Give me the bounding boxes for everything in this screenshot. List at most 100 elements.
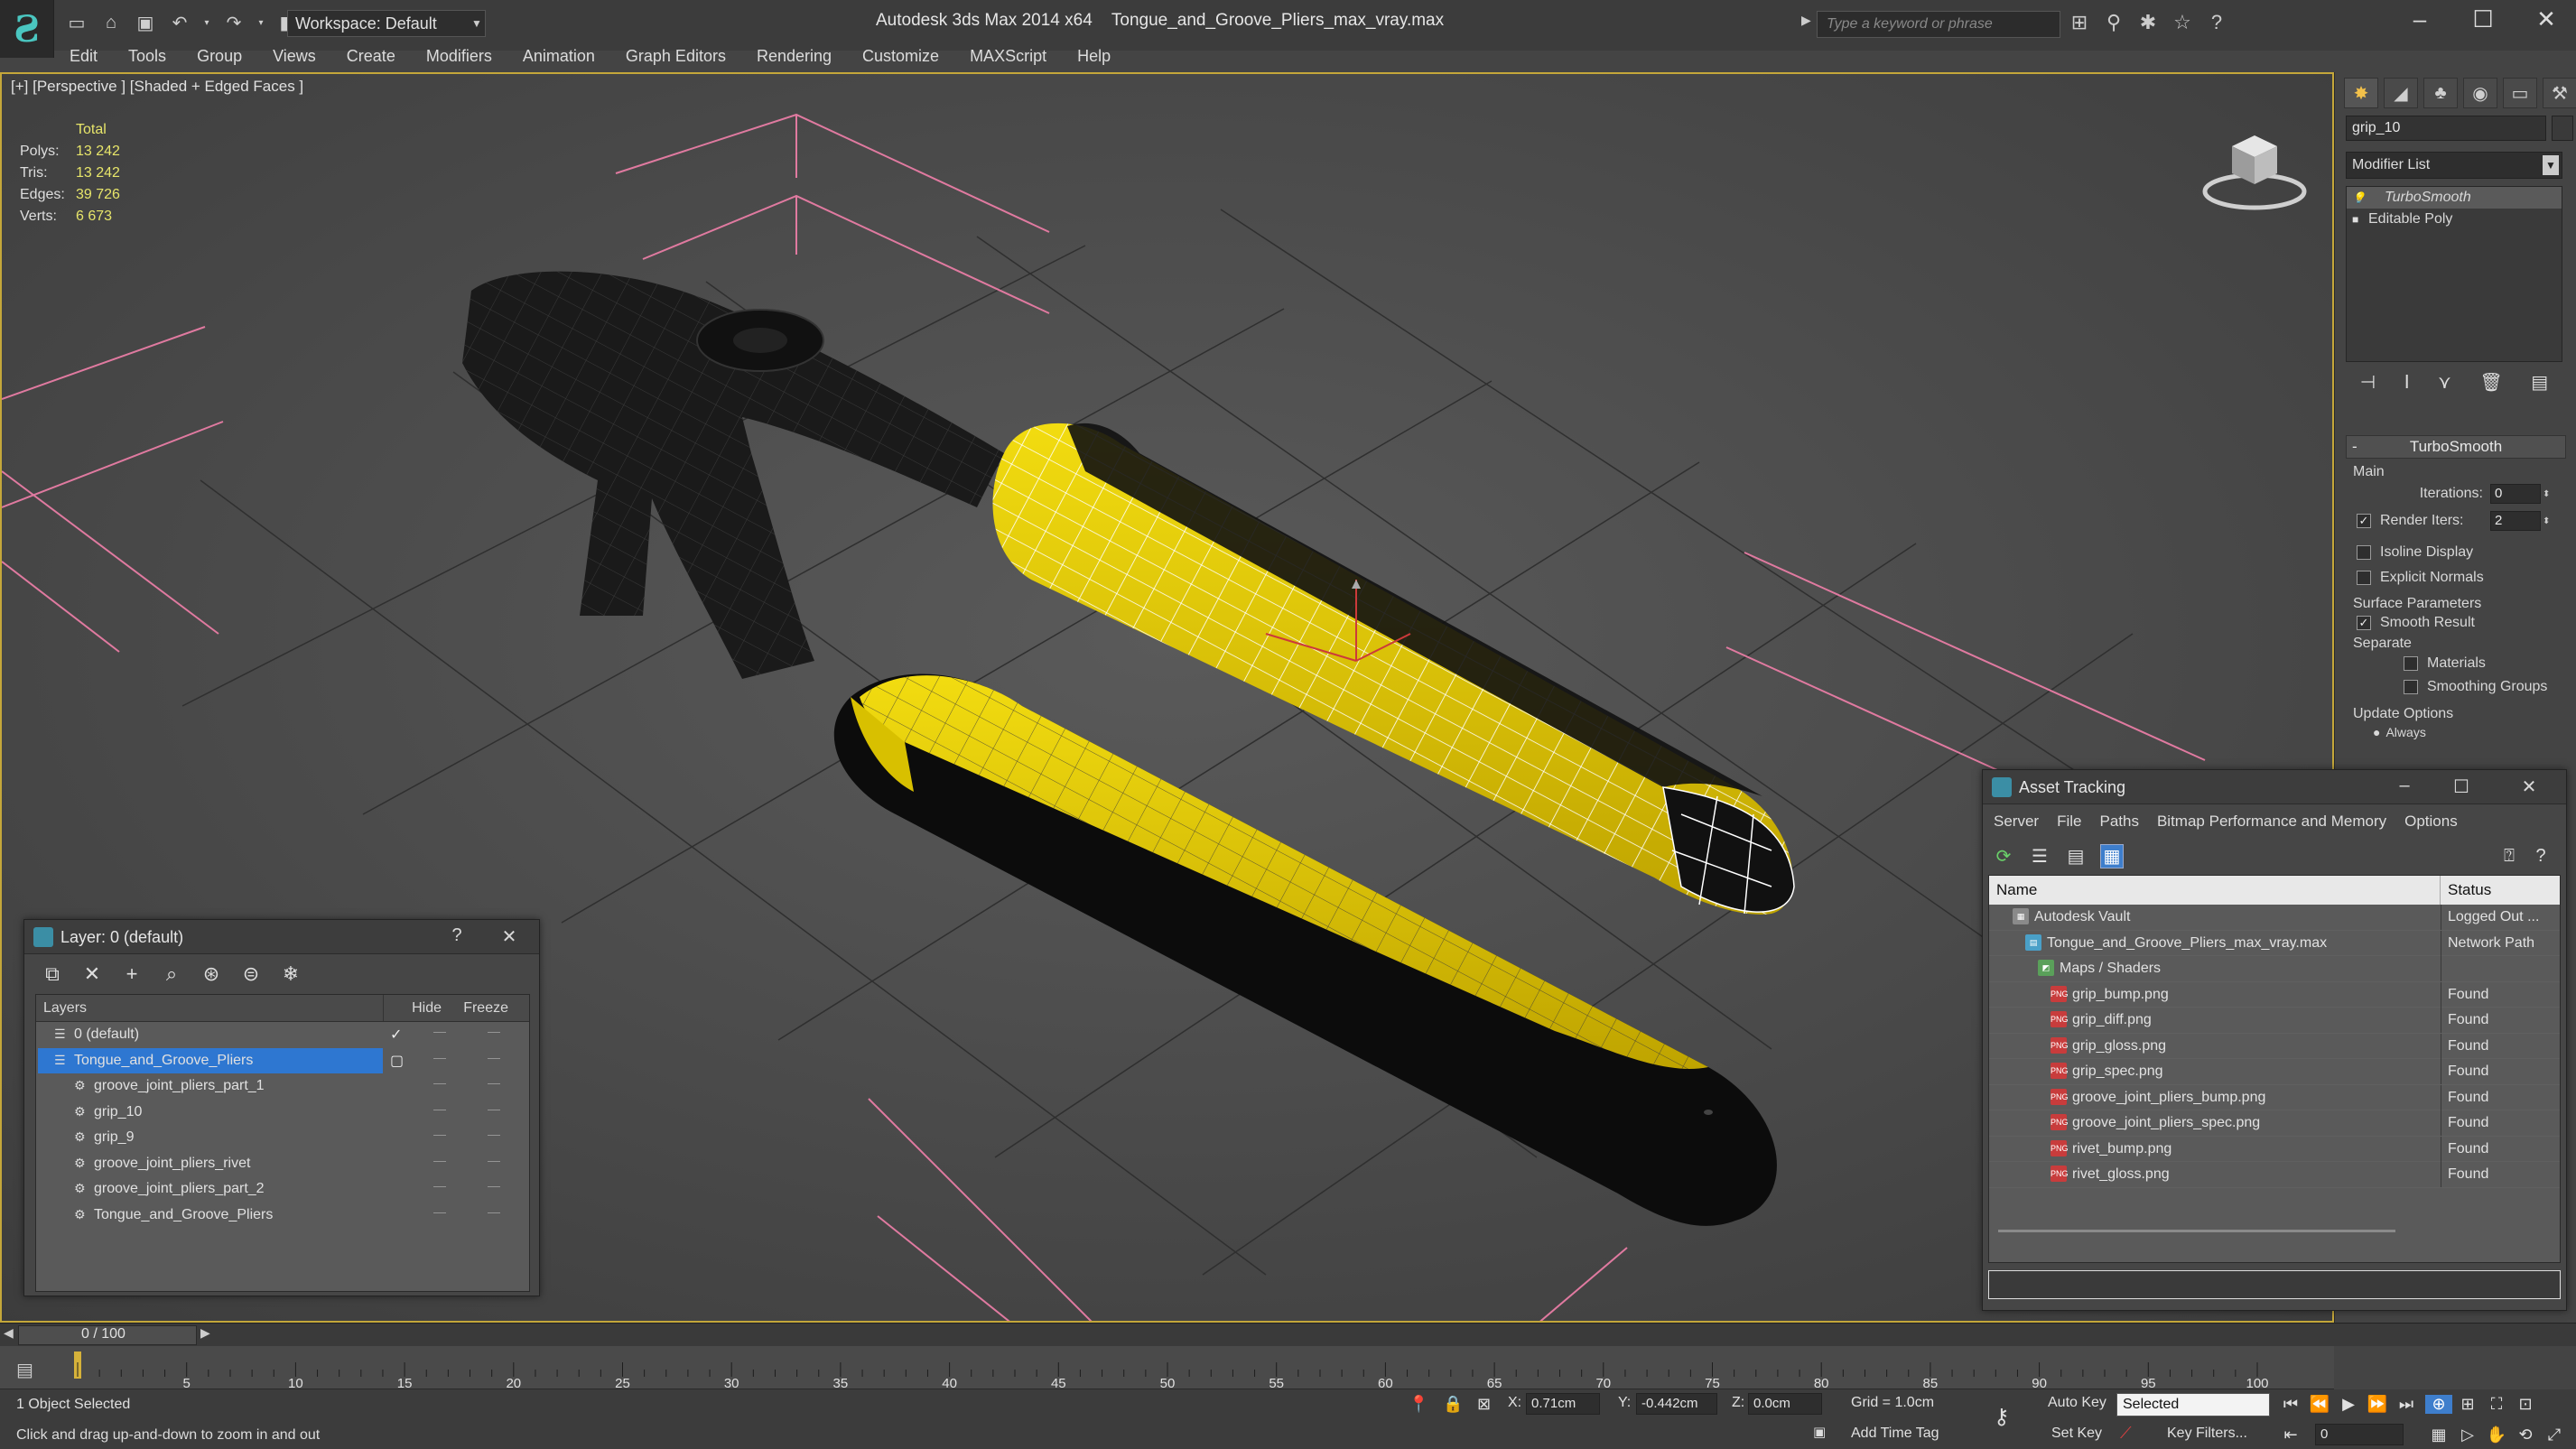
expand-plus-icon[interactable]: ■: [2352, 213, 2367, 226]
orbit-icon[interactable]: ⟲: [2512, 1426, 2539, 1444]
time-next-arrow-icon[interactable]: ▶: [200, 1325, 210, 1341]
thumbnail-view-icon[interactable]: ▤: [2064, 845, 2088, 868]
app-menu-button[interactable]: Ƨ: [0, 0, 54, 58]
layer-row[interactable]: ⚙ groove_joint_pliers_part_2 — —: [36, 1176, 529, 1203]
freeze-toggle[interactable]: —: [488, 1178, 500, 1193]
freeze-toggle[interactable]: —: [488, 1024, 500, 1038]
horizontal-scrollbar[interactable]: [1998, 1230, 2395, 1232]
select-objects-icon[interactable]: ⌕: [160, 962, 183, 986]
viewport-label-menu[interactable]: [+] [Perspective ] [Shaded + Edged Faces…: [11, 78, 303, 96]
freeze-toggle[interactable]: —: [488, 1153, 500, 1167]
stack-item-turbosmooth[interactable]: 💡 TurboSmooth: [2347, 187, 2562, 209]
isoline-display-checkbox[interactable]: [2357, 545, 2371, 560]
maximize-icon[interactable]: ☐: [2460, 5, 2506, 33]
hide-toggle[interactable]: —: [433, 1050, 446, 1064]
hide-toggle[interactable]: —: [433, 1101, 446, 1116]
hide-toggle[interactable]: —: [433, 1153, 446, 1167]
col-hide[interactable]: Hide: [384, 995, 449, 1021]
make-unique-icon[interactable]: ⋎: [2438, 371, 2451, 394]
x-coordinate-field[interactable]: 0.71cm: [1526, 1393, 1600, 1415]
minimize-icon[interactable]: –: [2397, 5, 2442, 33]
highlight-selected-icon[interactable]: ⊛: [200, 962, 223, 986]
time-tag-icon[interactable]: ▣: [1813, 1424, 1826, 1440]
subscription-icon[interactable]: ⚲: [2102, 11, 2125, 34]
search-expand-icon[interactable]: ▶: [1801, 13, 1811, 28]
menu-animation[interactable]: Animation: [507, 43, 610, 70]
help-icon[interactable]: ?: [2205, 11, 2228, 34]
freeze-toggle[interactable]: —: [488, 1101, 500, 1116]
smoothing-groups-checkbox[interactable]: [2404, 680, 2418, 694]
hide-toggle[interactable]: —: [433, 1204, 446, 1219]
asset-row[interactable]: ◩ Maps / Shaders: [1989, 956, 2560, 982]
list-view-icon[interactable]: ☰: [2028, 845, 2051, 868]
pan-view-icon[interactable]: ✋: [2483, 1426, 2510, 1444]
asset-menu-paths[interactable]: Paths: [2090, 813, 2147, 831]
modifier-list-dropdown[interactable]: Modifier List: [2346, 152, 2562, 179]
motion-tab-icon[interactable]: ◉: [2463, 78, 2497, 108]
col-freeze[interactable]: Freeze: [449, 995, 512, 1021]
next-frame-icon[interactable]: ⏩: [2364, 1395, 2391, 1414]
favorites-star-icon[interactable]: ☆: [2171, 11, 2194, 34]
lightbulb-icon[interactable]: 💡: [2352, 191, 2367, 204]
maximize-viewport-icon[interactable]: ⤢: [2541, 1426, 2568, 1444]
menu-graph-editors[interactable]: Graph Editors: [610, 43, 741, 70]
asset-row[interactable]: ▤ Tongue_and_Groove_Pliers_max_vray.max Ne…: [1989, 930, 2560, 956]
close-icon[interactable]: ✕: [496, 925, 523, 948]
maximize-icon[interactable]: ☐: [2448, 776, 2475, 798]
asset-row[interactable]: PNG grip_gloss.png Found: [1989, 1033, 2560, 1059]
isolate-icon[interactable]: 📍: [1409, 1395, 1428, 1414]
current-layer-toggle[interactable]: ✓: [390, 1026, 402, 1044]
asset-menu-server[interactable]: Server: [1985, 813, 2048, 831]
chevron-down-icon[interactable]: ▼: [468, 10, 486, 37]
create-tab-icon[interactable]: ✸: [2344, 78, 2378, 108]
open-file-icon[interactable]: ⌂: [98, 9, 125, 36]
freeze-toggle[interactable]: —: [488, 1204, 500, 1219]
close-icon[interactable]: ✕: [2524, 5, 2569, 33]
viewcube-icon[interactable]: [2196, 110, 2313, 218]
materials-checkbox[interactable]: [2404, 656, 2418, 671]
zoom-all-icon[interactable]: ⊞: [2454, 1395, 2481, 1414]
close-icon[interactable]: ✕: [2516, 776, 2543, 798]
iterations-spinner[interactable]: 0: [2490, 484, 2541, 504]
play-icon[interactable]: ▶: [2335, 1395, 2362, 1414]
layer-row[interactable]: ⚙ grip_9 — —: [36, 1125, 529, 1151]
layer-row[interactable]: ⚙ groove_joint_pliers_rivet — —: [36, 1151, 529, 1177]
hierarchy-tab-icon[interactable]: ♣: [2423, 78, 2458, 108]
asset-row[interactable]: PNG grip_diff.png Found: [1989, 1008, 2560, 1034]
rollout-header[interactable]: - TurboSmooth: [2346, 435, 2566, 459]
configure-sets-icon[interactable]: ▤: [2531, 371, 2548, 394]
pin-stack-icon[interactable]: ⊣: [2360, 371, 2376, 394]
create-layer-icon[interactable]: ⧉: [41, 962, 64, 986]
asset-row[interactable]: PNG grip_spec.png Found: [1989, 1059, 2560, 1085]
layer-row[interactable]: ⚙ groove_joint_pliers_part_1 — —: [36, 1073, 529, 1100]
freeze-all-icon[interactable]: ❄: [279, 962, 302, 986]
render-iters-spinner[interactable]: 2: [2490, 511, 2541, 531]
asset-row[interactable]: PNG rivet_gloss.png Found: [1989, 1162, 2560, 1188]
asset-row[interactable]: PNG groove_joint_pliers_bump.png Found: [1989, 1084, 2560, 1110]
asset-menu-bitmap[interactable]: Bitmap Performance and Memory: [2148, 813, 2395, 831]
remove-modifier-icon[interactable]: 🗑: [2479, 371, 2502, 394]
undo-icon[interactable]: ↶: [166, 9, 193, 36]
col-name[interactable]: Name: [1989, 876, 2441, 905]
object-color-swatch[interactable]: [2552, 116, 2573, 141]
hide-toggle[interactable]: —: [433, 1127, 446, 1141]
redo-icon[interactable]: ↷: [220, 9, 247, 36]
menu-edit[interactable]: Edit: [54, 43, 113, 70]
asset-menu-file[interactable]: File: [2048, 813, 2090, 831]
field-of-view-icon[interactable]: ▷: [2454, 1426, 2481, 1444]
current-frame-field[interactable]: 0: [2315, 1424, 2404, 1445]
asset-row[interactable]: PNG rivet_bump.png Found: [1989, 1136, 2560, 1162]
object-name-field[interactable]: grip_10: [2346, 116, 2546, 141]
y-coordinate-field[interactable]: -0.442cm: [1636, 1393, 1717, 1415]
zoom-extents-all-icon[interactable]: ⊡: [2512, 1395, 2539, 1414]
previous-frame-icon[interactable]: ⏪: [2306, 1395, 2333, 1414]
key-filters-button[interactable]: Key Filters...: [2167, 1426, 2247, 1442]
layer-window-titlebar[interactable]: Layer: 0 (default) ? ✕: [24, 920, 539, 954]
layer-row[interactable]: ⚙ grip_10 — —: [36, 1100, 529, 1126]
hide-toggle[interactable]: —: [433, 1075, 446, 1090]
refresh-icon[interactable]: ⟳: [1992, 845, 2015, 868]
spinner-arrows-icon[interactable]: ⬍: [2543, 489, 2550, 499]
explicit-normals-checkbox[interactable]: [2357, 571, 2371, 585]
time-prev-arrow-icon[interactable]: ◀: [4, 1325, 14, 1341]
hide-toggle[interactable]: —: [433, 1024, 446, 1038]
